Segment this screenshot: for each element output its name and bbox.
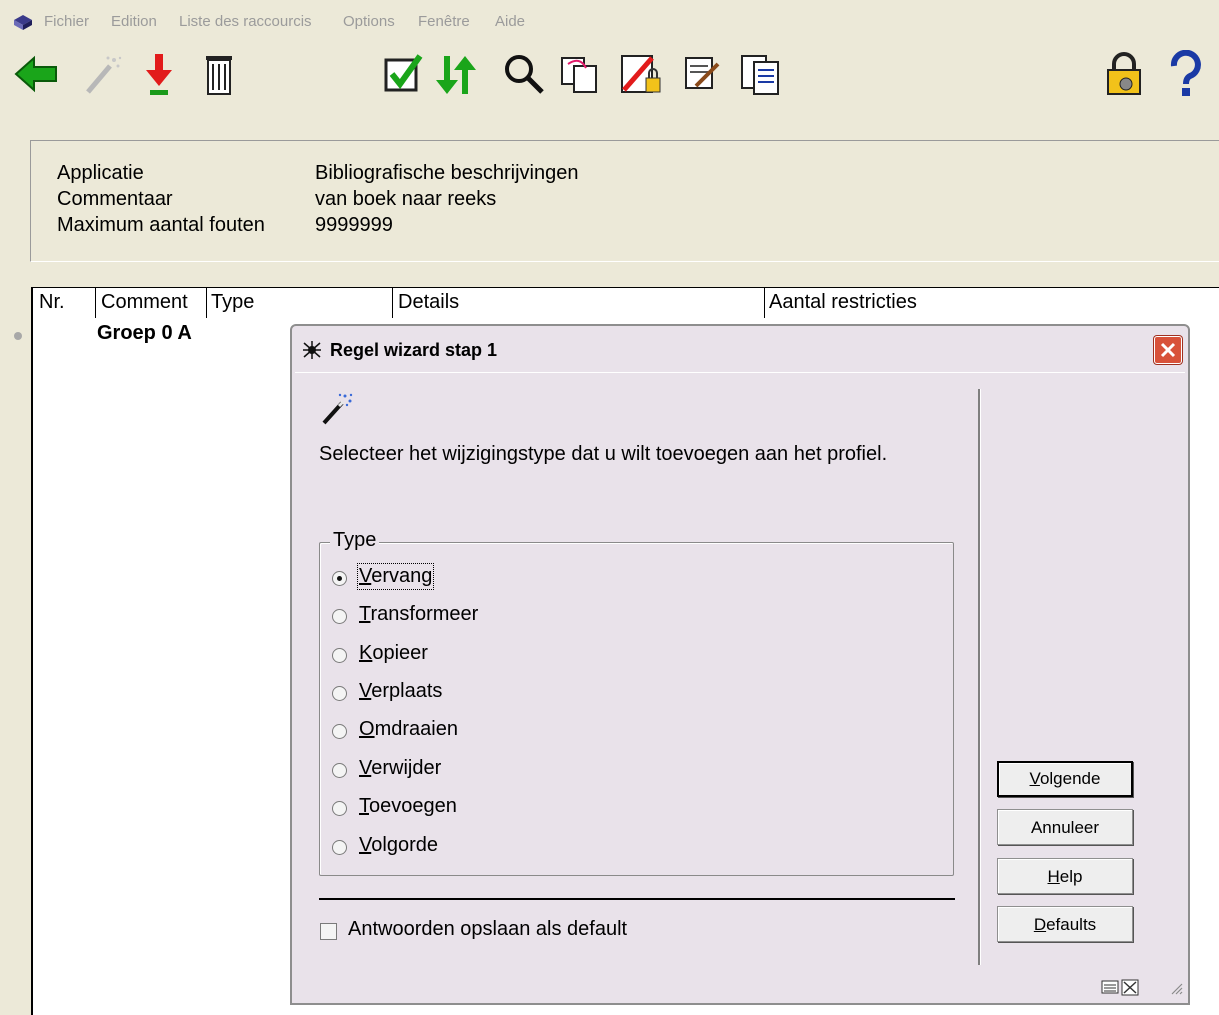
menu-bar: Fichier Edition Liste des raccourcis Opt…: [0, 0, 1219, 42]
max-fouten-value: 9999999: [315, 214, 393, 236]
sort-arrows-icon[interactable]: [432, 50, 480, 98]
commentaar-value: van boek naar reeks: [315, 188, 497, 210]
column-details[interactable]: Details: [398, 291, 459, 314]
column-separator[interactable]: [764, 288, 765, 318]
no-edit-lock-icon[interactable]: [618, 50, 666, 98]
column-separator[interactable]: [95, 288, 96, 318]
group-row-label[interactable]: Groep 0 A: [97, 322, 192, 345]
application-window: Fichier Edition Liste des raccourcis Opt…: [0, 0, 1219, 1015]
close-icon: [1160, 342, 1176, 358]
dialog-titlebar[interactable]: Regel wizard stap 1: [292, 326, 1188, 374]
radio-button[interactable]: [332, 801, 347, 816]
lock-settings-icon[interactable]: [1102, 50, 1150, 98]
defaults-button[interactable]: Defaults: [997, 906, 1133, 942]
trash-icon[interactable]: [196, 50, 244, 98]
menu-edition[interactable]: Edition: [111, 13, 157, 30]
radio-button[interactable]: [332, 724, 347, 739]
max-fouten-label: Maximum aantal fouten: [57, 214, 265, 236]
profile-info-panel: Applicatie Bibliografische beschrijvinge…: [30, 140, 1219, 262]
cancel-button[interactable]: Annuleer: [997, 809, 1133, 845]
magic-wand-icon: [322, 393, 353, 425]
menu-fichier[interactable]: Fichier: [44, 13, 89, 30]
radio-button[interactable]: [332, 571, 347, 586]
app-logo-icon: [14, 15, 32, 30]
keyboard-icon[interactable]: [1101, 977, 1141, 997]
commentaar-label: Commentaar: [57, 188, 173, 210]
spider-icon: [303, 341, 321, 359]
save-defaults-label[interactable]: Antwoorden opslaan als default: [348, 918, 627, 941]
radio-button[interactable]: [332, 648, 347, 663]
type-groupbox: Type Vervang Transformeer Kopieer Verpla…: [319, 529, 954, 876]
help-button[interactable]: Help: [997, 858, 1133, 894]
clipboard-list-icon[interactable]: [738, 50, 786, 98]
menu-liste-des-raccourcis[interactable]: Liste des raccourcis: [179, 13, 312, 30]
radio-button[interactable]: [332, 609, 347, 624]
column-separator[interactable]: [206, 288, 207, 318]
back-arrow-icon[interactable]: [12, 50, 60, 98]
wizard-instruction: Selecteer het wijzigingstype dat u wilt …: [319, 443, 888, 465]
column-nr[interactable]: Nr.: [39, 291, 65, 314]
next-button[interactable]: Volgende: [997, 761, 1133, 797]
dialog-title: Regel wizard stap 1: [330, 340, 498, 360]
edit-document-icon[interactable]: [680, 50, 728, 98]
rule-wizard-dialog: Regel wizard stap 1 Selecteer het wijzig…: [290, 324, 1190, 1005]
vertical-divider: [978, 389, 981, 965]
toolbar: [0, 42, 1219, 112]
column-separator[interactable]: [392, 288, 393, 318]
applicatie-value: Bibliografische beschrijvingen: [315, 162, 579, 184]
menu-options[interactable]: Options: [343, 13, 395, 30]
copy-page-icon[interactable]: [556, 50, 604, 98]
column-aantal-restricties[interactable]: Aantal restricties: [769, 291, 917, 314]
type-groupbox-title: Type: [330, 529, 380, 552]
close-button[interactable]: [1154, 336, 1182, 364]
resize-grip-icon[interactable]: [1169, 981, 1183, 995]
help-icon[interactable]: [1162, 50, 1210, 98]
search-icon[interactable]: [500, 50, 548, 98]
save-defaults-checkbox[interactable]: [320, 923, 337, 940]
checkbox-icon[interactable]: [380, 50, 428, 98]
wand-icon[interactable]: [78, 50, 126, 98]
download-arrow-icon[interactable]: [136, 50, 184, 98]
radio-button[interactable]: [332, 840, 347, 855]
divider: [319, 898, 955, 900]
table-header: Nr. Comment Type Details Aantal restrict…: [33, 287, 1219, 320]
applicatie-label: Applicatie: [57, 162, 144, 184]
radio-button[interactable]: [332, 686, 347, 701]
column-comment[interactable]: Comment: [101, 291, 188, 314]
dialog-body: Selecteer het wijzigingstype dat u wilt …: [295, 372, 1185, 1001]
radio-button[interactable]: [332, 763, 347, 778]
column-type[interactable]: Type: [211, 291, 254, 314]
menu-aide[interactable]: Aide: [495, 13, 525, 30]
menu-fenetre[interactable]: Fenêtre: [418, 13, 470, 30]
row-indicator: [14, 332, 22, 340]
